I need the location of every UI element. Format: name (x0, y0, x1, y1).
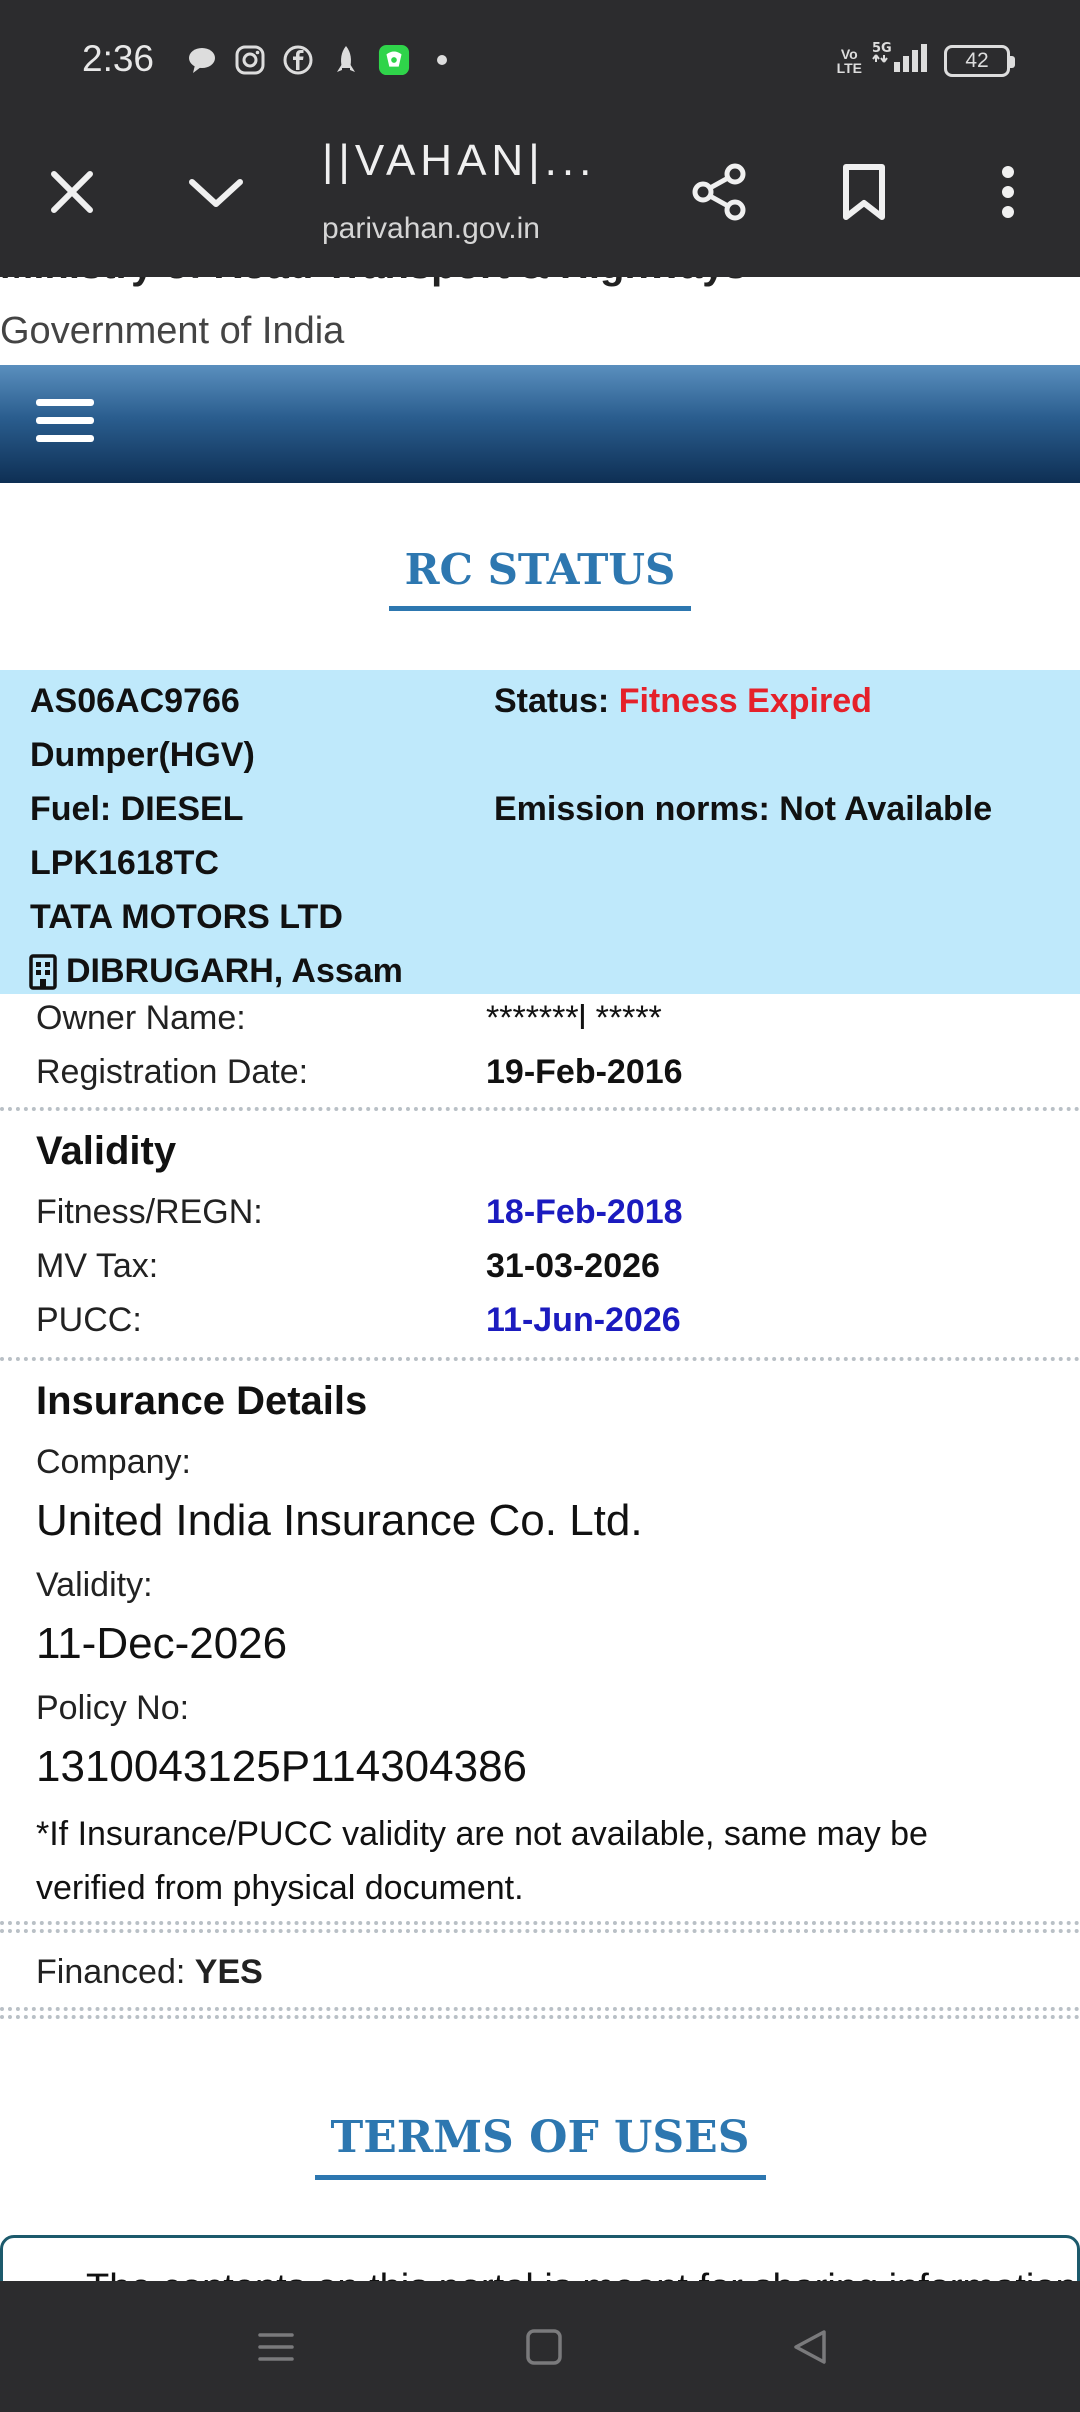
building-icon (29, 953, 57, 990)
owner-name-label: Owner Name: (36, 999, 246, 1037)
registration-date-label: Registration Date: (36, 1053, 309, 1091)
bookmark-button[interactable] (822, 150, 906, 234)
vehicle-model: LPK1618TC (30, 844, 219, 882)
mv-tax-value: 31-03-2026 (486, 1247, 660, 1285)
system-nav-bar (0, 2281, 1080, 2412)
minimize-button[interactable] (174, 150, 258, 234)
menu-icon (258, 2333, 294, 2361)
fuel-type: Fuel: DIESEL (30, 790, 244, 828)
government-name: Government of India (0, 310, 345, 352)
status-value: Fitness Expired (618, 682, 872, 720)
more-options-button[interactable] (966, 150, 1050, 234)
terms-heading: TERMS OF USES (0, 2112, 1080, 2180)
validity-heading: Validity (36, 1129, 177, 1173)
svg-text:5G: 5G (872, 41, 892, 56)
app-icon (378, 44, 410, 76)
hamburger-icon (36, 399, 94, 406)
pucc-value: 11-Jun-2026 (486, 1301, 681, 1339)
page-url[interactable]: parivahan.gov.in (322, 212, 622, 246)
page-content: Ministry of Road Transport & Highways Go… (0, 277, 1080, 2281)
browser-toolbar: ||VAHAN|... parivahan.gov.in (0, 120, 1080, 277)
rocket-icon (330, 44, 362, 76)
policy-number-value: 1310043125P114304386 (36, 1742, 528, 1791)
divider (0, 2007, 1080, 2019)
back-button[interactable] (780, 2317, 840, 2377)
site-navbar (0, 365, 1080, 483)
fitness-value: 18-Feb-2018 (486, 1193, 683, 1231)
volte-icon: Vo LTE (836, 45, 862, 76)
facebook-icon (282, 44, 314, 76)
system-icons: Vo LTE 5G 42 (836, 40, 1015, 81)
close-tab-button[interactable] (30, 150, 114, 234)
insurance-validity-value: 11-Dec-2026 (36, 1619, 288, 1668)
signal-icon: 5G (872, 40, 934, 81)
menu-button[interactable] (36, 399, 94, 449)
home-icon (526, 2329, 562, 2365)
share-icon (692, 163, 746, 221)
status-bar: 2:36 Vo LTE 5G 42 (0, 0, 1080, 120)
financed-value: YES (194, 1953, 263, 1991)
financed-label: Financed: (36, 1953, 186, 1991)
insurance-company-label: Company: (36, 1443, 191, 1481)
registration-number: AS06AC9766 (30, 682, 240, 720)
mv-tax-label: MV Tax: (36, 1247, 159, 1285)
recent-apps-button[interactable] (246, 2317, 306, 2377)
fitness-label: Fitness/REGN: (36, 1193, 263, 1231)
chevron-down-icon (189, 179, 243, 207)
rc-summary-panel: AS06AC9766 Dumper(HGV) Fuel: DIESEL LPK1… (0, 670, 1080, 994)
terms-text: The contents on this portal is meant for… (86, 2267, 1077, 2281)
vehicle-maker: TATA MOTORS LTD (30, 898, 343, 936)
divider (0, 1107, 1080, 1111)
bookmark-icon (843, 164, 885, 220)
rc-status-heading: RC STATUS (0, 545, 1080, 611)
insurance-company-value: United India Insurance Co. Ltd. (36, 1496, 643, 1545)
instagram-icon (234, 44, 266, 76)
battery-icon: 42 (944, 44, 1015, 77)
insurance-heading: Insurance Details (36, 1379, 368, 1423)
divider (0, 1357, 1080, 1361)
emission-norms: Emission norms: Not Available (494, 790, 993, 828)
vehicle-class: Dumper(HGV) (30, 736, 255, 774)
status-time: 2:36 (82, 38, 155, 79)
home-button[interactable] (514, 2317, 574, 2377)
status-label: Status: (494, 682, 610, 720)
financed-row: Financed: YES (36, 1953, 263, 1992)
insurance-validity-label: Validity: (36, 1566, 153, 1604)
more-vert-icon (1002, 166, 1014, 218)
insurance-note: *If Insurance/PUCC validity are not avai… (36, 1815, 928, 1907)
registration-date-value: 19-Feb-2016 (486, 1053, 683, 1091)
rc-status: Status: Fitness Expired (494, 682, 872, 721)
registering-authority: DIBRUGARH, Assam (28, 952, 403, 991)
owner-name-value: *******l ***** (486, 999, 662, 1037)
ministry-name: Ministry of Road Transport & Highways (0, 277, 747, 288)
pucc-label: PUCC: (36, 1301, 142, 1339)
policy-number-label: Policy No: (36, 1689, 190, 1727)
page-title: ||VAHAN|... (322, 136, 597, 185)
share-button[interactable] (678, 150, 762, 234)
chat-icon (186, 44, 218, 76)
dot-icon (426, 44, 458, 76)
divider (0, 1921, 1080, 1933)
back-icon (794, 2330, 826, 2364)
location-text: DIBRUGARH, Assam (66, 952, 403, 990)
close-icon (51, 171, 93, 213)
notification-icons (186, 44, 458, 76)
